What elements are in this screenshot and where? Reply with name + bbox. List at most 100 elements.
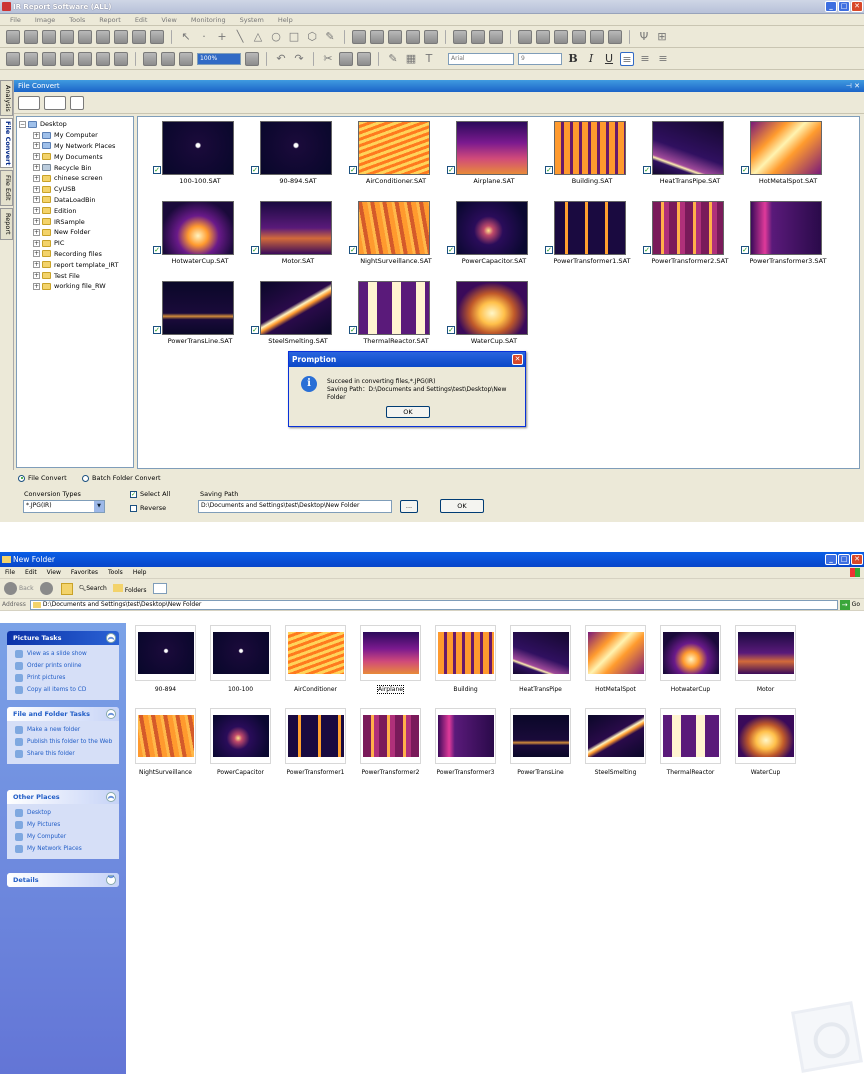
layout-2-icon[interactable]: [24, 51, 38, 66]
thermal-image[interactable]: [750, 201, 822, 255]
expand-icon[interactable]: +: [33, 261, 40, 269]
copy-icon[interactable]: [339, 51, 353, 66]
expand-icon[interactable]: +: [33, 272, 40, 280]
zoom-in-icon[interactable]: [143, 51, 157, 66]
thermal-image[interactable]: [358, 121, 430, 175]
open-icon[interactable]: [24, 29, 38, 44]
file-checkbox[interactable]: ✓: [153, 246, 161, 254]
collapse-icon[interactable]: ︽: [106, 709, 116, 719]
restore-button[interactable]: □: [838, 554, 850, 565]
file-folder-tasks-header[interactable]: File and Folder Tasks ︽: [7, 707, 119, 721]
thermal-image[interactable]: [652, 121, 724, 175]
thumbnail-frame[interactable]: [135, 625, 196, 681]
tab-file-convert[interactable]: File Convert: [0, 118, 13, 168]
thermal-image[interactable]: [750, 121, 822, 175]
tree-item-desktop[interactable]: − Desktop: [19, 119, 133, 130]
image-icon[interactable]: [132, 29, 146, 44]
file-checkbox[interactable]: ✓: [545, 166, 553, 174]
text-icon[interactable]: T: [422, 52, 436, 66]
align-right-icon[interactable]: ≡: [656, 52, 670, 66]
triangle-icon[interactable]: △: [251, 30, 265, 44]
tree-item[interactable]: + Recycle Bin: [19, 162, 133, 173]
collapse-icon[interactable]: −: [19, 120, 26, 128]
thermal-image[interactable]: [456, 121, 528, 175]
go-arrow-icon[interactable]: →: [839, 599, 850, 610]
comment-icon[interactable]: [96, 51, 110, 66]
file-checkbox[interactable]: ✓: [251, 166, 259, 174]
pen-icon[interactable]: ✎: [386, 52, 400, 66]
expand-icon[interactable]: +: [33, 164, 40, 172]
thumbnail-frame[interactable]: [510, 625, 571, 681]
tree-item[interactable]: + chinese screen: [19, 173, 133, 184]
expand-icon[interactable]: ︾: [106, 875, 116, 885]
close-button[interactable]: ✕: [851, 1, 863, 12]
thermal-image[interactable]: [260, 281, 332, 335]
thumbnail-frame[interactable]: [660, 708, 721, 764]
convert-ok-button[interactable]: OK: [440, 499, 484, 513]
histogram-icon[interactable]: [406, 29, 420, 44]
task-link[interactable]: View as a slide show: [15, 648, 115, 660]
file-checkbox[interactable]: ✓: [349, 246, 357, 254]
zoom-fit-icon[interactable]: [179, 51, 193, 66]
task-link[interactable]: My Computer: [15, 831, 115, 843]
view-mode-icon[interactable]: [18, 95, 40, 110]
task-link[interactable]: Make a new folder: [15, 724, 115, 736]
task-link[interactable]: My Network Places: [15, 843, 115, 855]
stamp-icon[interactable]: [114, 51, 128, 66]
new-icon[interactable]: [6, 29, 20, 44]
expand-icon[interactable]: +: [33, 207, 40, 215]
expand-icon[interactable]: +: [33, 228, 40, 236]
tree-item[interactable]: + report template_IRT: [19, 259, 133, 270]
close-button[interactable]: ✕: [851, 554, 863, 565]
forward-button[interactable]: [39, 582, 55, 595]
tree-item[interactable]: + CyUSB: [19, 184, 133, 195]
camera-icon[interactable]: [518, 29, 532, 44]
menu-edit[interactable]: Edit: [135, 16, 148, 24]
thermal-image[interactable]: [358, 281, 430, 335]
menu-help[interactable]: Help: [133, 569, 147, 576]
tree-item[interactable]: + DataLoadBin: [19, 195, 133, 206]
thermometer-icon[interactable]: [453, 29, 467, 44]
menu-image[interactable]: Image: [35, 16, 55, 24]
thermometer-high-icon[interactable]: [489, 29, 503, 44]
menu-tools[interactable]: Tools: [69, 16, 85, 24]
tree-item[interactable]: + PIC: [19, 238, 133, 249]
thermal-image[interactable]: [554, 121, 626, 175]
trend-icon[interactable]: [388, 29, 402, 44]
file-checkbox[interactable]: ✓: [643, 246, 651, 254]
file-checkbox[interactable]: ✓: [251, 246, 259, 254]
tab-analysis[interactable]: Analysis: [0, 80, 13, 116]
thermal-image[interactable]: [456, 281, 528, 335]
pin-icon[interactable]: ⊣ ✕: [846, 80, 860, 92]
tree-item[interactable]: + My Computer: [19, 130, 133, 141]
browse-button[interactable]: ...: [400, 500, 418, 513]
thumbnail-frame[interactable]: [285, 708, 346, 764]
sound-icon[interactable]: [590, 29, 604, 44]
radio-file-convert[interactable]: File Convert: [18, 474, 67, 482]
menu-system[interactable]: System: [240, 16, 264, 24]
layout-1-icon[interactable]: [6, 51, 20, 66]
thermal-image[interactable]: [456, 201, 528, 255]
saving-path-input[interactable]: D:\Documents and Settings\test\Desktop\N…: [198, 500, 392, 513]
thumbnail-frame[interactable]: [435, 708, 496, 764]
dialog-close-button[interactable]: ✕: [512, 354, 523, 365]
line-icon[interactable]: ╲: [233, 30, 247, 44]
menu-monitoring[interactable]: Monitoring: [191, 16, 226, 24]
align-center-icon[interactable]: ≡: [638, 52, 652, 66]
select-all-checkbox[interactable]: ✓ Select All: [130, 490, 170, 498]
curve-icon[interactable]: [352, 29, 366, 44]
snapshot-icon[interactable]: [608, 29, 622, 44]
file-checkbox[interactable]: ✓: [349, 326, 357, 334]
redo-icon[interactable]: ↷: [292, 52, 306, 66]
thumbnail-frame[interactable]: [360, 708, 421, 764]
gallery-icon[interactable]: [536, 29, 550, 44]
expand-icon[interactable]: +: [33, 153, 40, 161]
thumbnail-frame[interactable]: [735, 625, 796, 681]
italic-icon[interactable]: I: [584, 52, 598, 66]
thumbnail-frame[interactable]: [435, 625, 496, 681]
collapse-icon[interactable]: ︽: [106, 792, 116, 802]
file-checkbox[interactable]: ✓: [741, 246, 749, 254]
expand-icon[interactable]: +: [33, 239, 40, 247]
network-icon[interactable]: ⊞: [655, 30, 669, 44]
tree-item[interactable]: + working file_RW: [19, 281, 133, 292]
